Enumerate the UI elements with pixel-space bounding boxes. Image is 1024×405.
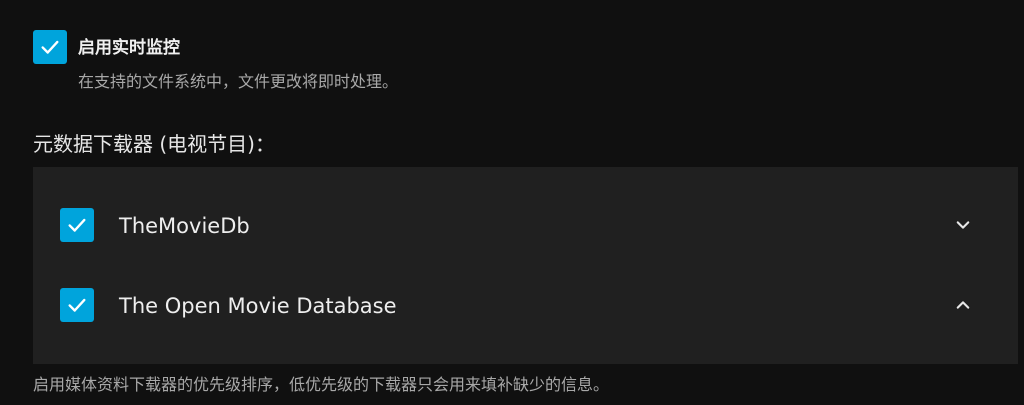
chevron-up-icon[interactable] xyxy=(951,293,975,317)
library-settings-page: 启用实时监控 在支持的文件系统中，文件更改将即时处理。 元数据下载器 (电视节目… xyxy=(0,0,1024,405)
checkmark-icon xyxy=(41,40,59,54)
fetcher-name: TheMovieDb xyxy=(119,214,250,238)
chevron-down-icon[interactable] xyxy=(951,213,975,237)
fetcher-item-omdb: The Open Movie Database xyxy=(33,275,1018,335)
metadata-fetchers-list: TheMovieDb The Open Movie Database xyxy=(33,167,1018,364)
fetcher-themoviedb-checkbox[interactable] xyxy=(60,208,94,242)
fetcher-omdb-checkbox[interactable] xyxy=(60,288,94,322)
checkmark-icon xyxy=(68,298,86,312)
fetcher-name: The Open Movie Database xyxy=(119,294,397,318)
metadata-fetchers-title: 元数据下载器 (电视节目)： xyxy=(33,132,275,156)
realtime-monitoring-description: 在支持的文件系统中，文件更改将即时处理。 xyxy=(78,72,399,91)
checkmark-icon xyxy=(68,218,86,232)
realtime-monitoring-label[interactable]: 启用实时监控 xyxy=(78,37,180,59)
fetchers-help-text: 启用媒体资料下载器的优先级排序，低优先级的下载器只会用来填补缺少的信息。 xyxy=(33,375,610,394)
fetcher-item-themoviedb: TheMovieDb xyxy=(33,195,1018,255)
realtime-monitoring-checkbox[interactable] xyxy=(33,30,67,64)
